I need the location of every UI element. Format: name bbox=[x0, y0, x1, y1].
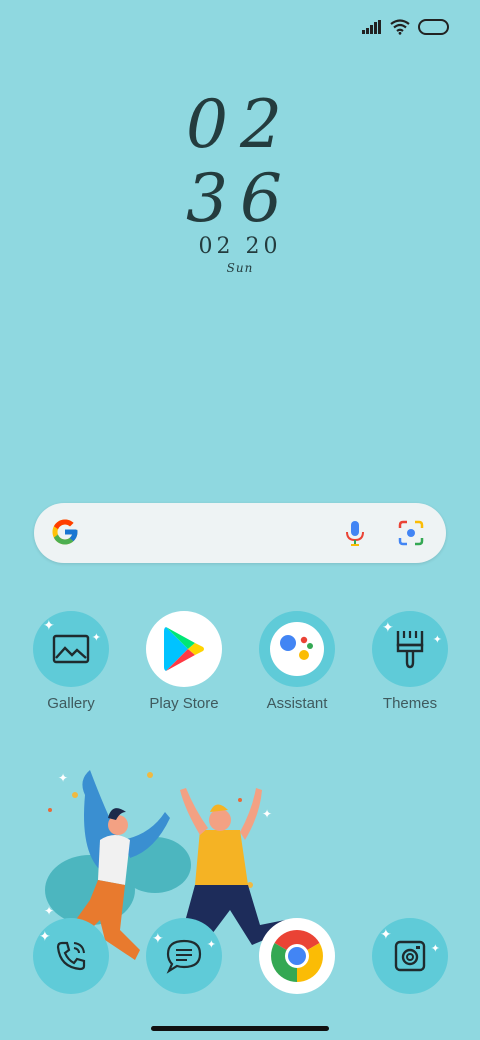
dock-phone-app[interactable]: ✦ bbox=[33, 918, 109, 994]
themes-brush-icon bbox=[396, 631, 424, 669]
messages-icon-circle: ✦ ✦ bbox=[146, 918, 222, 994]
google-logo-icon bbox=[52, 519, 78, 545]
wifi-icon bbox=[390, 19, 410, 35]
app-themes[interactable]: ✦ ✦ Themes bbox=[360, 611, 460, 712]
home-gesture-bar[interactable] bbox=[151, 1026, 329, 1031]
app-label-play-store: Play Store bbox=[149, 695, 219, 712]
clock-date: 02 20 bbox=[198, 234, 282, 259]
camera-icon bbox=[394, 940, 426, 972]
dock-phone[interactable]: ✦ bbox=[33, 918, 109, 994]
chrome-icon-circle bbox=[259, 918, 335, 994]
dock-chrome-app[interactable] bbox=[259, 918, 335, 994]
themes-icon-circle: ✦ ✦ bbox=[372, 611, 448, 687]
person-right-arm-left bbox=[180, 788, 208, 835]
status-bar bbox=[362, 14, 450, 40]
app-gallery[interactable]: ✦ ✦ Gallery bbox=[21, 611, 121, 712]
dock-messages-app[interactable]: ✦ ✦ bbox=[146, 918, 222, 994]
mic-icon[interactable] bbox=[340, 518, 370, 548]
person-left-body bbox=[98, 835, 130, 885]
person-right-arm-right bbox=[240, 788, 262, 840]
clock-hour: 02 bbox=[186, 86, 294, 163]
app-play-store[interactable]: Play Store bbox=[134, 611, 234, 712]
assistant-icon bbox=[280, 635, 313, 660]
dock-camera-app[interactable]: ✦ ✦ bbox=[372, 918, 448, 994]
svg-text:✦: ✦ bbox=[262, 807, 272, 821]
svg-text:✦: ✦ bbox=[58, 771, 68, 785]
play-store-icon-circle bbox=[146, 611, 222, 687]
camera-icon-circle: ✦ ✦ bbox=[372, 918, 448, 994]
play-store-icon bbox=[164, 627, 204, 671]
chrome-icon bbox=[271, 930, 323, 982]
app-label-gallery: Gallery bbox=[47, 695, 95, 712]
google-search-bar[interactable] bbox=[34, 503, 446, 563]
gallery-icon bbox=[52, 634, 90, 664]
person-right-torso bbox=[195, 830, 248, 885]
gallery-icon-circle: ✦ ✦ bbox=[33, 611, 109, 687]
battery-icon bbox=[418, 19, 449, 35]
app-label-assistant: Assistant bbox=[266, 695, 328, 712]
messages-icon bbox=[166, 939, 202, 974]
signal-icon bbox=[362, 20, 381, 34]
svg-text:✦: ✦ bbox=[44, 904, 54, 918]
lens-icon[interactable] bbox=[396, 518, 426, 548]
app-label-themes: Themes bbox=[382, 695, 438, 712]
clock-minute: 36 bbox=[186, 160, 294, 237]
assistant-icon-circle bbox=[259, 611, 335, 687]
clock-day: Sun bbox=[226, 261, 254, 275]
dock-camera[interactable]: ✦ ✦ bbox=[372, 918, 448, 994]
person-right-head bbox=[209, 809, 231, 831]
dock-chrome[interactable] bbox=[259, 918, 335, 994]
phone-icon bbox=[56, 941, 86, 971]
clock-widget[interactable]: 02 36 02 20 Sun bbox=[0, 86, 480, 276]
phone-icon-circle: ✦ bbox=[33, 918, 109, 994]
dock-messages[interactable]: ✦ ✦ bbox=[146, 918, 222, 994]
app-assistant[interactable]: Assistant bbox=[247, 611, 347, 712]
